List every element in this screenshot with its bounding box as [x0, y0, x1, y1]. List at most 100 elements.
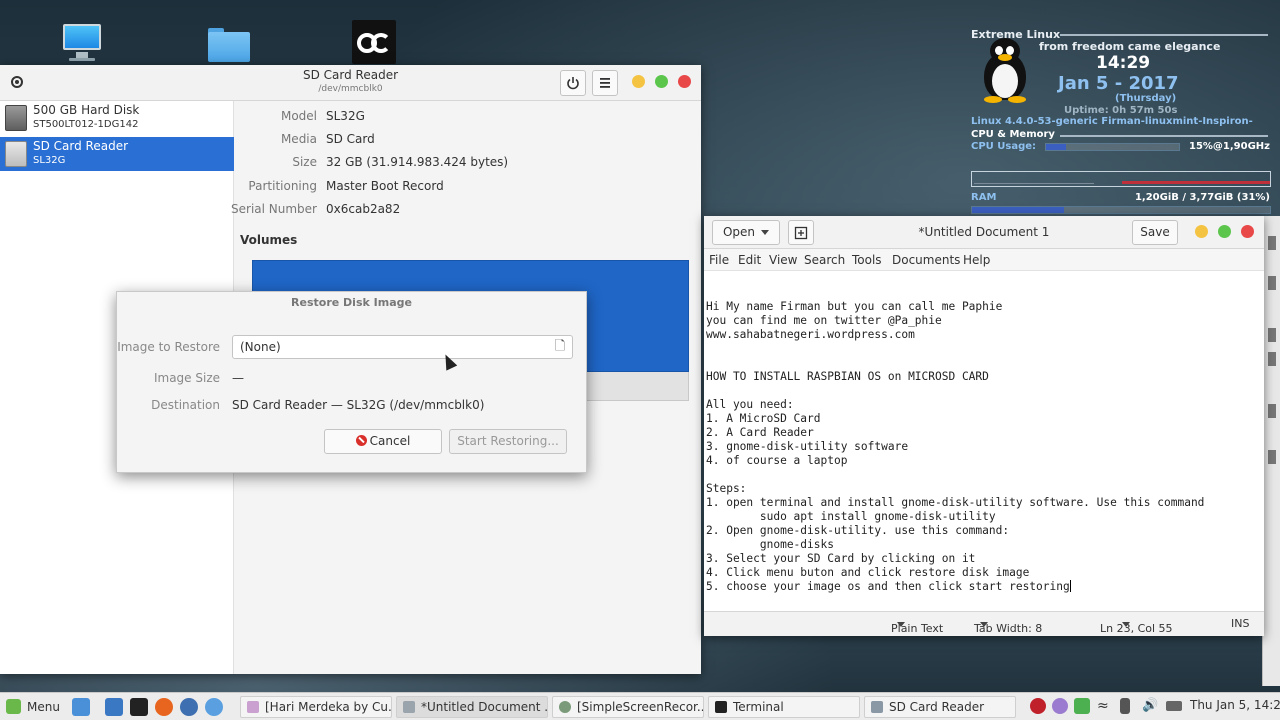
start-restoring-button[interactable]: Start Restoring... [449, 429, 567, 454]
prop-value: SL32G [326, 109, 365, 123]
insert-mode[interactable]: INS [1231, 617, 1249, 630]
prop-partitioning: Partitioning Master Boot Record [234, 179, 701, 197]
text-line: 2. Open gnome-disk-utility. use this com… [706, 524, 1010, 537]
disks-titlebar[interactable]: SD Card Reader /dev/mmcblk0 [0, 65, 701, 101]
conky-day: (Thursday) [1115, 93, 1177, 104]
tux-penguin-icon [976, 38, 1034, 104]
bluetooth-icon[interactable] [1120, 698, 1130, 714]
image-size-value: — [232, 371, 244, 385]
update-shield-icon[interactable] [1074, 698, 1090, 714]
menu-search[interactable]: Search [804, 253, 845, 267]
close-button[interactable] [678, 75, 691, 88]
open-label: Open [722, 225, 756, 239]
record-indicator-icon[interactable] [1030, 698, 1046, 714]
chromium-icon[interactable] [205, 698, 223, 716]
prop-value: SD Card [326, 132, 375, 146]
device-name: 500 GB Hard Disk [33, 103, 140, 117]
image-file-value: (None) [240, 340, 281, 354]
prop-key: Model [280, 109, 317, 123]
app-oc-icon[interactable] [352, 20, 396, 64]
sidebar-item-sd-card-reader[interactable]: SD Card Reader SL32G [0, 137, 234, 171]
computer-icon[interactable] [60, 20, 104, 64]
prop-key: Media [280, 132, 317, 146]
prop-key: Size [292, 155, 317, 169]
menu-documents[interactable]: Documents [892, 253, 960, 267]
close-button[interactable] [1241, 225, 1254, 238]
chevron-down-icon [1122, 622, 1130, 627]
prop-value: Master Boot Record [326, 179, 444, 193]
drive-menu-button[interactable] [592, 70, 618, 96]
text-line-content: 5. choose your image os and then click s… [706, 580, 1070, 593]
menu-tools[interactable]: Tools [852, 253, 882, 267]
menu-help[interactable]: Help [963, 253, 990, 267]
conky-cpu-label: CPU Usage: [971, 141, 1037, 152]
destination-value: SD Card Reader — SL32G (/dev/mmcblk0) [232, 398, 485, 412]
volume-icon[interactable]: 🔊 [1142, 698, 1158, 714]
terminal-icon [715, 701, 727, 713]
music-tray-icon[interactable] [1052, 698, 1068, 714]
task-label: *Untitled Document ... [421, 700, 548, 714]
maximize-button[interactable] [1218, 225, 1231, 238]
new-tab-icon [794, 226, 808, 240]
file-manager-icon[interactable] [105, 698, 123, 716]
minimize-button[interactable] [632, 75, 645, 88]
open-button[interactable]: Open [712, 220, 780, 245]
disks-icon [871, 701, 883, 713]
conky-date: Jan 5 - 2017 [1058, 73, 1179, 94]
conky-ram-value: 1,20GiB / 3,77GiB (31%) [1134, 192, 1270, 203]
prop-serial: Serial Number 0x6cab2a82 [231, 202, 701, 220]
cpu-graph [971, 171, 1271, 187]
text-line: sudo apt install gnome-disk-utility [706, 510, 996, 523]
task-screen-recorder[interactable]: [SimpleScreenRecor... [552, 696, 704, 718]
power-icon [567, 77, 579, 90]
task-disks[interactable]: SD Card Reader [864, 696, 1016, 718]
sidebar-item-hard-disk[interactable]: 500 GB Hard Disk ST500LT012-1DG142 [0, 101, 234, 135]
background-window-edge [1262, 216, 1280, 686]
menu-view[interactable]: View [769, 253, 797, 267]
menu-edit[interactable]: Edit [738, 253, 761, 267]
chevron-down-icon [897, 622, 905, 627]
prop-model: Model SL32G [234, 109, 701, 127]
editor-menubar: File Edit View Search Tools Documents He… [704, 249, 1264, 271]
terminal-icon[interactable] [130, 698, 148, 716]
thunderbird-icon[interactable] [180, 698, 198, 716]
chevron-down-icon [980, 622, 988, 627]
save-button[interactable]: Save [1132, 220, 1178, 245]
show-desktop-icon[interactable] [72, 698, 90, 716]
device-name: SD Card Reader [33, 139, 129, 153]
clock[interactable]: Thu Jan 5, 14:29 [1190, 698, 1280, 712]
start-menu-button[interactable]: Menu [6, 697, 60, 717]
cancel-button[interactable]: Cancel [324, 429, 442, 454]
power-off-button[interactable] [560, 70, 586, 96]
text-line: 4. Click menu buton and click restore di… [706, 566, 1030, 579]
task-music-player[interactable]: [Hari Merdeka by Cu... [240, 696, 392, 718]
home-folder-icon[interactable] [206, 20, 250, 64]
cancel-icon [355, 435, 367, 446]
recorder-icon [559, 701, 571, 713]
editor-titlebar[interactable]: Open *Untitled Document 1 Save [704, 216, 1264, 249]
text-caret [1069, 580, 1071, 592]
task-label: [SimpleScreenRecor... [577, 700, 704, 714]
image-file-chooser[interactable]: (None) 🗋 [232, 335, 573, 359]
text-line: Steps: [706, 482, 747, 495]
text-editor-area[interactable]: Hi My name Firman but you can call me Pa… [704, 271, 1264, 611]
new-document-button[interactable] [788, 220, 814, 245]
prop-value: 32 GB (31.914.983.424 bytes) [326, 155, 509, 169]
maximize-button[interactable] [655, 75, 668, 88]
image-to-restore-label: Image to Restore [117, 340, 220, 354]
editor-title: *Untitled Document 1 [918, 225, 1050, 239]
editor-statusbar: Plain Text Tab Width: 8 Ln 23, Col 55 IN… [704, 611, 1264, 636]
minimize-button[interactable] [1195, 225, 1208, 238]
task-text-editor[interactable]: *Untitled Document ... [396, 696, 548, 718]
destination-label: Destination [151, 398, 220, 412]
battery-icon[interactable] [1166, 701, 1182, 711]
task-label: SD Card Reader [889, 700, 985, 714]
task-terminal[interactable]: Terminal [708, 696, 860, 718]
text-editor-window: Open *Untitled Document 1 Save File Edit… [704, 216, 1264, 636]
dialog-title: Restore Disk Image [291, 296, 412, 309]
device-subtitle: ST500LT012-1DG142 [33, 119, 139, 130]
text-line: 1. open terminal and install gnome-disk-… [706, 496, 1205, 509]
firefox-icon[interactable] [155, 698, 173, 716]
wifi-icon[interactable]: ≈ [1097, 698, 1113, 714]
menu-file[interactable]: File [709, 253, 729, 267]
